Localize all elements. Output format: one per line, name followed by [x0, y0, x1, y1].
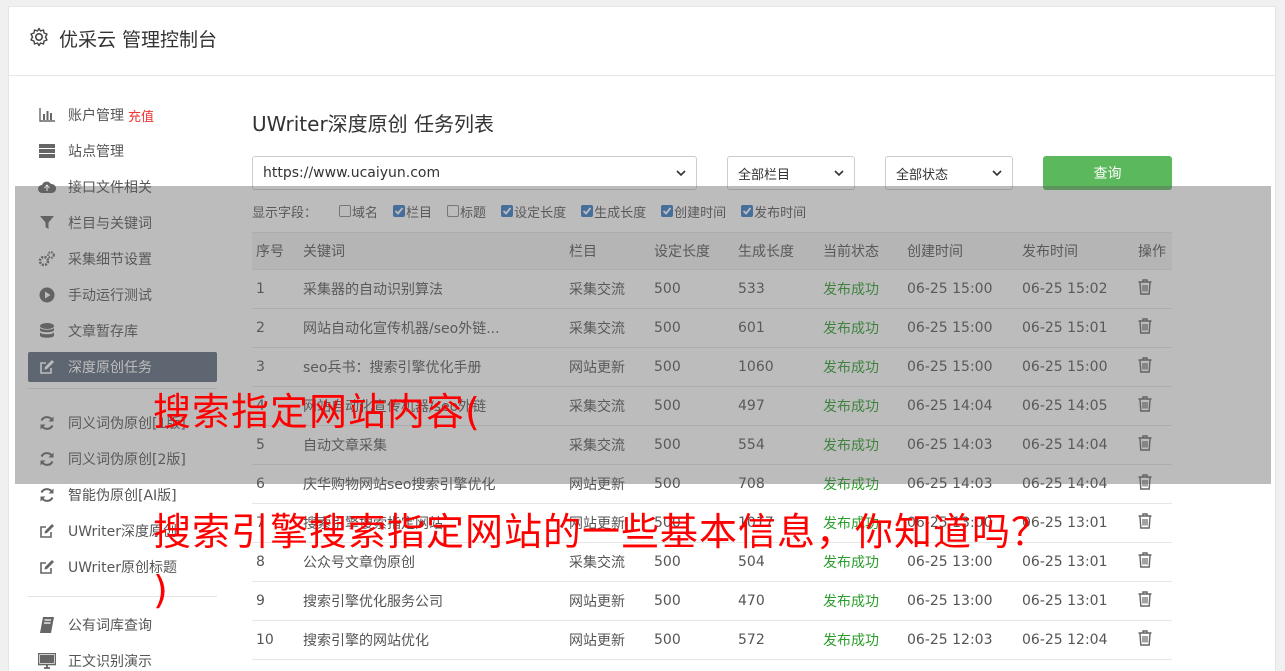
chevron-down-icon	[676, 170, 686, 177]
sidebar-item-2[interactable]: 站点管理	[28, 136, 217, 166]
table-cell: 500	[654, 554, 681, 570]
table-cell: 06-25 13:01	[1022, 554, 1108, 570]
monitor-icon	[38, 652, 56, 670]
table-row: 9 搜索引擎优化服务公司 网站更新 500 470 发布成功 06-25 13:00 06-2…	[252, 582, 1172, 621]
refresh-icon	[38, 486, 56, 504]
table-cell: 采集交流	[569, 555, 625, 571]
sidebar-item-label: 账户管理	[68, 108, 124, 124]
sidebar-item-label: 正文识别演示	[68, 654, 152, 670]
sidebar-item-14[interactable]: 公有词库查询	[28, 610, 217, 640]
edit-icon	[38, 558, 56, 576]
table-cell: 8	[256, 554, 265, 570]
sidebar-item-label: 智能伪原创[AI版]	[68, 488, 177, 504]
sidebar-divider	[28, 596, 217, 597]
table-cell: 搜索引擎优化服务公司	[303, 594, 443, 610]
table-cell: 06-25 12:04	[1022, 632, 1108, 648]
column-select[interactable]: 全部栏目	[727, 156, 855, 190]
table-cell: 9	[256, 593, 265, 609]
book-icon	[38, 616, 56, 634]
site-select-value: https://www.ucaiyun.com	[263, 165, 441, 181]
table-cell: 06-25 12:03	[907, 632, 993, 648]
gear-icon	[30, 27, 48, 47]
chevron-down-icon	[992, 170, 1002, 177]
recharge-link[interactable]: 充值	[128, 106, 154, 125]
table-cell: 发布成功	[823, 555, 879, 571]
table-cell: 网站更新	[569, 633, 625, 649]
table-cell: 500	[654, 593, 681, 609]
table-cell: 发布成功	[823, 594, 879, 610]
sidebar-item-label: 公有词库查询	[68, 618, 152, 634]
table-cell: 500	[654, 632, 681, 648]
table-cell: 572	[738, 632, 765, 648]
table-row: 10 搜索引擎的网站优化 网站更新 500 572 发布成功 06-25 12:03 06-2…	[252, 621, 1172, 660]
table-cell: 470	[738, 593, 765, 609]
table-cell: 公众号文章伪原创	[303, 555, 415, 571]
watermark-line-2: 搜索引擎搜索指定网站的一些基本信息，你知道吗？	[153, 510, 1051, 554]
table-cell: 06-25 13:00	[907, 593, 993, 609]
trash-icon	[1138, 552, 1152, 568]
table-cell: 网站更新	[569, 594, 625, 610]
trash-icon	[1138, 630, 1152, 646]
trash-icon	[1138, 513, 1152, 529]
edit-icon	[38, 522, 56, 540]
sidebar-item-label: 站点管理	[68, 144, 124, 160]
page-title: UWriter深度原创 任务列表	[252, 112, 495, 136]
site-select[interactable]: https://www.ucaiyun.com	[252, 156, 697, 190]
table-cell: 10	[256, 632, 274, 648]
table-cell: 06-25 13:00	[907, 554, 993, 570]
table-cell: 06-25 13:01	[1022, 593, 1108, 609]
query-button[interactable]: 查询	[1043, 156, 1172, 190]
delete-button[interactable]	[1134, 630, 1168, 650]
table-cell: 504	[738, 554, 765, 570]
sidebar-item-1[interactable]: 账户管理 充值	[28, 100, 217, 130]
sidebar-item-13[interactable]: UWriter原创标题	[28, 552, 217, 582]
sidebar-item-15[interactable]: 正文识别演示	[28, 646, 217, 671]
delete-button[interactable]	[1134, 591, 1168, 611]
table-cell: 发布成功	[823, 633, 879, 649]
chevron-down-icon	[834, 170, 844, 177]
status-select[interactable]: 全部状态	[885, 156, 1013, 190]
delete-button[interactable]	[1134, 552, 1168, 572]
server-icon	[38, 142, 56, 160]
column-select-value: 全部栏目	[738, 167, 791, 183]
status-select-value: 全部状态	[896, 167, 949, 183]
watermark-line-3: )	[153, 568, 169, 612]
dim-overlay	[15, 186, 1271, 484]
table-cell: 搜索引擎的网站优化	[303, 633, 429, 649]
trash-icon	[1138, 591, 1152, 607]
watermark-line-1: 搜索指定网站内容(	[153, 390, 481, 434]
delete-button[interactable]	[1134, 513, 1168, 533]
bar-chart-icon	[38, 106, 56, 124]
header-bar: 优采云 管理控制台	[8, 6, 1276, 76]
console-title: 优采云 管理控制台	[59, 29, 218, 51]
sidebar-item-11[interactable]: 智能伪原创[AI版]	[28, 480, 217, 510]
